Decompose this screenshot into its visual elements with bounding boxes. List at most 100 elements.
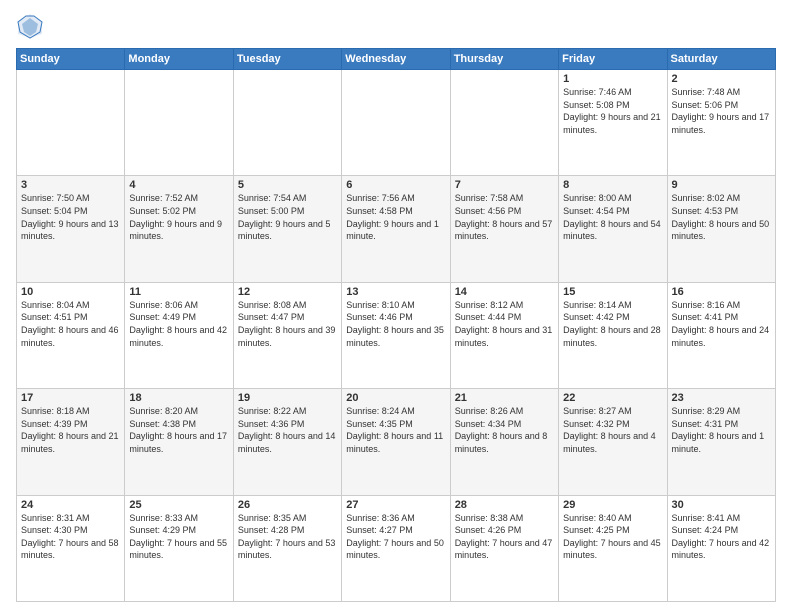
calendar-cell <box>17 70 125 176</box>
day-number: 14 <box>455 286 554 298</box>
logo-icon <box>16 12 44 40</box>
calendar-cell: 28Sunrise: 8:38 AM Sunset: 4:26 PM Dayli… <box>450 495 558 601</box>
calendar-cell: 15Sunrise: 8:14 AM Sunset: 4:42 PM Dayli… <box>559 282 667 388</box>
calendar-cell: 8Sunrise: 8:00 AM Sunset: 4:54 PM Daylig… <box>559 176 667 282</box>
calendar-cell: 22Sunrise: 8:27 AM Sunset: 4:32 PM Dayli… <box>559 389 667 495</box>
calendar-cell <box>233 70 341 176</box>
day-info: Sunrise: 8:33 AM Sunset: 4:29 PM Dayligh… <box>129 512 228 562</box>
day-number: 22 <box>563 392 662 404</box>
day-number: 3 <box>21 179 120 191</box>
day-info: Sunrise: 8:26 AM Sunset: 4:34 PM Dayligh… <box>455 405 554 455</box>
day-number: 2 <box>672 73 771 85</box>
calendar-cell: 13Sunrise: 8:10 AM Sunset: 4:46 PM Dayli… <box>342 282 450 388</box>
day-number: 28 <box>455 499 554 511</box>
day-number: 21 <box>455 392 554 404</box>
day-info: Sunrise: 7:50 AM Sunset: 5:04 PM Dayligh… <box>21 192 120 242</box>
calendar-cell: 29Sunrise: 8:40 AM Sunset: 4:25 PM Dayli… <box>559 495 667 601</box>
calendar-cell <box>342 70 450 176</box>
day-number: 11 <box>129 286 228 298</box>
weekday-header: Friday <box>559 49 667 70</box>
day-info: Sunrise: 8:14 AM Sunset: 4:42 PM Dayligh… <box>563 299 662 349</box>
day-number: 20 <box>346 392 445 404</box>
day-number: 27 <box>346 499 445 511</box>
day-info: Sunrise: 8:16 AM Sunset: 4:41 PM Dayligh… <box>672 299 771 349</box>
day-number: 6 <box>346 179 445 191</box>
calendar-cell: 25Sunrise: 8:33 AM Sunset: 4:29 PM Dayli… <box>125 495 233 601</box>
calendar-cell: 18Sunrise: 8:20 AM Sunset: 4:38 PM Dayli… <box>125 389 233 495</box>
day-number: 5 <box>238 179 337 191</box>
calendar-cell: 16Sunrise: 8:16 AM Sunset: 4:41 PM Dayli… <box>667 282 775 388</box>
weekday-header: Saturday <box>667 49 775 70</box>
calendar-cell: 20Sunrise: 8:24 AM Sunset: 4:35 PM Dayli… <box>342 389 450 495</box>
day-number: 10 <box>21 286 120 298</box>
day-info: Sunrise: 8:41 AM Sunset: 4:24 PM Dayligh… <box>672 512 771 562</box>
day-info: Sunrise: 8:12 AM Sunset: 4:44 PM Dayligh… <box>455 299 554 349</box>
calendar-cell: 27Sunrise: 8:36 AM Sunset: 4:27 PM Dayli… <box>342 495 450 601</box>
calendar-cell: 5Sunrise: 7:54 AM Sunset: 5:00 PM Daylig… <box>233 176 341 282</box>
day-info: Sunrise: 8:40 AM Sunset: 4:25 PM Dayligh… <box>563 512 662 562</box>
day-info: Sunrise: 8:22 AM Sunset: 4:36 PM Dayligh… <box>238 405 337 455</box>
day-number: 15 <box>563 286 662 298</box>
day-info: Sunrise: 8:04 AM Sunset: 4:51 PM Dayligh… <box>21 299 120 349</box>
day-info: Sunrise: 8:08 AM Sunset: 4:47 PM Dayligh… <box>238 299 337 349</box>
weekday-header: Tuesday <box>233 49 341 70</box>
calendar-cell <box>450 70 558 176</box>
day-number: 29 <box>563 499 662 511</box>
day-number: 25 <box>129 499 228 511</box>
day-number: 30 <box>672 499 771 511</box>
calendar-week-row: 3Sunrise: 7:50 AM Sunset: 5:04 PM Daylig… <box>17 176 776 282</box>
day-info: Sunrise: 8:18 AM Sunset: 4:39 PM Dayligh… <box>21 405 120 455</box>
calendar-week-row: 10Sunrise: 8:04 AM Sunset: 4:51 PM Dayli… <box>17 282 776 388</box>
day-number: 13 <box>346 286 445 298</box>
day-info: Sunrise: 8:31 AM Sunset: 4:30 PM Dayligh… <box>21 512 120 562</box>
calendar-header-row: SundayMondayTuesdayWednesdayThursdayFrid… <box>17 49 776 70</box>
day-info: Sunrise: 8:24 AM Sunset: 4:35 PM Dayligh… <box>346 405 445 455</box>
day-info: Sunrise: 8:00 AM Sunset: 4:54 PM Dayligh… <box>563 192 662 242</box>
day-info: Sunrise: 8:06 AM Sunset: 4:49 PM Dayligh… <box>129 299 228 349</box>
calendar-cell: 24Sunrise: 8:31 AM Sunset: 4:30 PM Dayli… <box>17 495 125 601</box>
day-number: 18 <box>129 392 228 404</box>
day-info: Sunrise: 8:36 AM Sunset: 4:27 PM Dayligh… <box>346 512 445 562</box>
day-number: 1 <box>563 73 662 85</box>
day-number: 17 <box>21 392 120 404</box>
day-info: Sunrise: 8:35 AM Sunset: 4:28 PM Dayligh… <box>238 512 337 562</box>
calendar-cell: 3Sunrise: 7:50 AM Sunset: 5:04 PM Daylig… <box>17 176 125 282</box>
calendar-cell: 23Sunrise: 8:29 AM Sunset: 4:31 PM Dayli… <box>667 389 775 495</box>
calendar-cell: 10Sunrise: 8:04 AM Sunset: 4:51 PM Dayli… <box>17 282 125 388</box>
day-number: 26 <box>238 499 337 511</box>
calendar-week-row: 24Sunrise: 8:31 AM Sunset: 4:30 PM Dayli… <box>17 495 776 601</box>
weekday-header: Sunday <box>17 49 125 70</box>
calendar-cell <box>125 70 233 176</box>
day-number: 16 <box>672 286 771 298</box>
day-number: 8 <box>563 179 662 191</box>
calendar-cell: 9Sunrise: 8:02 AM Sunset: 4:53 PM Daylig… <box>667 176 775 282</box>
calendar-cell: 26Sunrise: 8:35 AM Sunset: 4:28 PM Dayli… <box>233 495 341 601</box>
day-info: Sunrise: 8:10 AM Sunset: 4:46 PM Dayligh… <box>346 299 445 349</box>
day-info: Sunrise: 8:27 AM Sunset: 4:32 PM Dayligh… <box>563 405 662 455</box>
calendar-cell: 7Sunrise: 7:58 AM Sunset: 4:56 PM Daylig… <box>450 176 558 282</box>
calendar-week-row: 1Sunrise: 7:46 AM Sunset: 5:08 PM Daylig… <box>17 70 776 176</box>
day-info: Sunrise: 8:02 AM Sunset: 4:53 PM Dayligh… <box>672 192 771 242</box>
calendar-cell: 6Sunrise: 7:56 AM Sunset: 4:58 PM Daylig… <box>342 176 450 282</box>
calendar-week-row: 17Sunrise: 8:18 AM Sunset: 4:39 PM Dayli… <box>17 389 776 495</box>
day-number: 7 <box>455 179 554 191</box>
calendar-cell: 30Sunrise: 8:41 AM Sunset: 4:24 PM Dayli… <box>667 495 775 601</box>
calendar-cell: 17Sunrise: 8:18 AM Sunset: 4:39 PM Dayli… <box>17 389 125 495</box>
calendar-cell: 4Sunrise: 7:52 AM Sunset: 5:02 PM Daylig… <box>125 176 233 282</box>
calendar-cell: 1Sunrise: 7:46 AM Sunset: 5:08 PM Daylig… <box>559 70 667 176</box>
logo <box>16 12 48 40</box>
weekday-header: Thursday <box>450 49 558 70</box>
calendar-cell: 2Sunrise: 7:48 AM Sunset: 5:06 PM Daylig… <box>667 70 775 176</box>
calendar-table: SundayMondayTuesdayWednesdayThursdayFrid… <box>16 48 776 602</box>
page-header <box>16 12 776 40</box>
day-number: 9 <box>672 179 771 191</box>
day-info: Sunrise: 7:56 AM Sunset: 4:58 PM Dayligh… <box>346 192 445 242</box>
day-info: Sunrise: 8:38 AM Sunset: 4:26 PM Dayligh… <box>455 512 554 562</box>
day-number: 24 <box>21 499 120 511</box>
day-number: 4 <box>129 179 228 191</box>
calendar-cell: 14Sunrise: 8:12 AM Sunset: 4:44 PM Dayli… <box>450 282 558 388</box>
day-info: Sunrise: 7:46 AM Sunset: 5:08 PM Dayligh… <box>563 86 662 136</box>
day-info: Sunrise: 8:20 AM Sunset: 4:38 PM Dayligh… <box>129 405 228 455</box>
day-number: 23 <box>672 392 771 404</box>
calendar-cell: 11Sunrise: 8:06 AM Sunset: 4:49 PM Dayli… <box>125 282 233 388</box>
